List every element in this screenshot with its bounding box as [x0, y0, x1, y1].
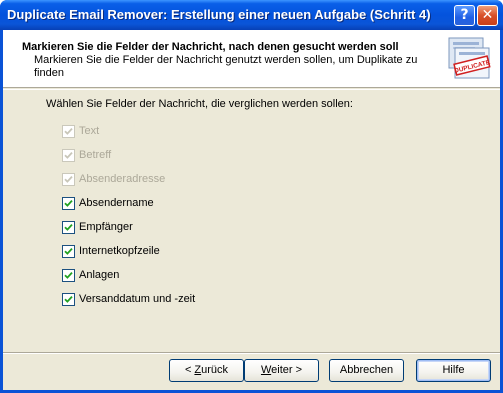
checkbox-label: Text — [79, 125, 100, 137]
checkbox[interactable] — [62, 196, 75, 210]
help-button[interactable]: Hilfe — [416, 359, 491, 382]
checkmark-icon — [64, 247, 73, 255]
checkbox-label: Empfänger — [79, 221, 133, 233]
close-button[interactable]: ✕ — [477, 5, 498, 26]
back-button[interactable]: < Zurück — [169, 359, 244, 382]
checkmark-icon — [64, 295, 73, 303]
checkmark-icon — [64, 175, 73, 183]
dialog-client-area: Markieren Sie die Felder der Nachricht, … — [3, 30, 500, 390]
footer-divider-highlight — [3, 353, 500, 354]
next-label: eiter > — [271, 364, 303, 376]
header-description: Markieren Sie die Felder der Nachricht g… — [34, 54, 418, 79]
checkmark-icon — [64, 151, 73, 159]
close-icon: ✕ — [481, 7, 494, 23]
checkbox — [62, 124, 75, 138]
fields-prompt: Wählen Sie Felder der Nachricht, die ver… — [46, 98, 353, 110]
field-checkbox-row[interactable]: Internetkopfzeile — [62, 244, 160, 258]
field-checkbox-row[interactable]: Empfänger — [62, 220, 133, 234]
checkbox-label: Internetkopfzeile — [79, 245, 160, 257]
checkmark-icon — [64, 271, 73, 279]
checkbox-label: Absendername — [79, 197, 154, 209]
next-button[interactable]: Weiter > — [244, 359, 319, 382]
duplicate-stamp-icon: DUPLICATE — [448, 37, 492, 79]
checkbox-label: Anlagen — [79, 269, 120, 281]
checkmark-icon — [64, 127, 73, 135]
field-checkbox-row[interactable]: Versanddatum und -zeit — [62, 292, 195, 306]
checkbox[interactable] — [62, 292, 75, 306]
field-checkbox-row: Betreff — [62, 148, 111, 162]
help-title-button[interactable]: ? — [454, 5, 475, 26]
field-checkbox-row[interactable]: Absendername — [62, 196, 154, 210]
field-checkbox-row: Absenderadresse — [62, 172, 165, 186]
field-checkbox-row[interactable]: Anlagen — [62, 268, 119, 282]
dialog-window: Duplicate Email Remover: Erstellung eine… — [0, 0, 503, 393]
checkmark-icon — [64, 223, 73, 231]
checkbox-label: Betreff — [79, 149, 112, 161]
question-mark-icon: ? — [460, 7, 469, 23]
wizard-header: Markieren Sie die Felder der Nachricht, … — [3, 30, 500, 88]
checkmark-icon — [64, 199, 73, 207]
checkbox-label: Versanddatum und -zeit — [79, 293, 196, 305]
cancel-button[interactable]: Abbrechen — [329, 359, 404, 382]
field-checkbox-row: Text — [62, 124, 99, 138]
checkbox[interactable] — [62, 268, 75, 282]
header-divider — [3, 89, 500, 90]
checkbox-label: Absenderadresse — [79, 173, 166, 185]
title-bar[interactable]: Duplicate Email Remover: Erstellung eine… — [0, 0, 503, 30]
next-mnemonic: W — [260, 364, 272, 376]
checkbox — [62, 172, 75, 186]
checkbox — [62, 148, 75, 162]
checkbox[interactable] — [62, 220, 75, 234]
back-prefix: < — [184, 364, 195, 376]
checkbox[interactable] — [62, 244, 75, 258]
back-label: urück — [201, 364, 229, 376]
header-title: Markieren Sie die Felder der Nachricht, … — [22, 41, 399, 53]
window-title: Duplicate Email Remover: Erstellung eine… — [7, 7, 431, 22]
